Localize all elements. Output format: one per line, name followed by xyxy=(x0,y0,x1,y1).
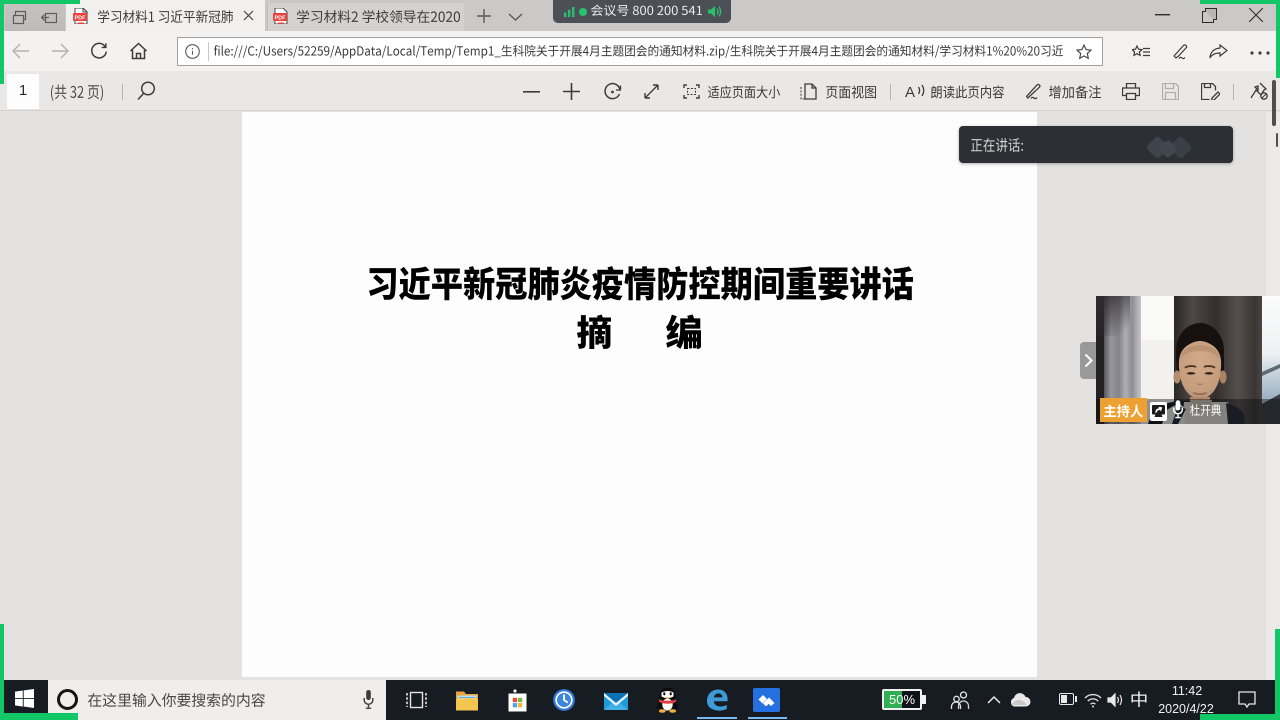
svg-text:PDF: PDF xyxy=(275,16,287,22)
svg-text:A: A xyxy=(905,84,915,99)
svg-text:PDF: PDF xyxy=(75,16,87,22)
